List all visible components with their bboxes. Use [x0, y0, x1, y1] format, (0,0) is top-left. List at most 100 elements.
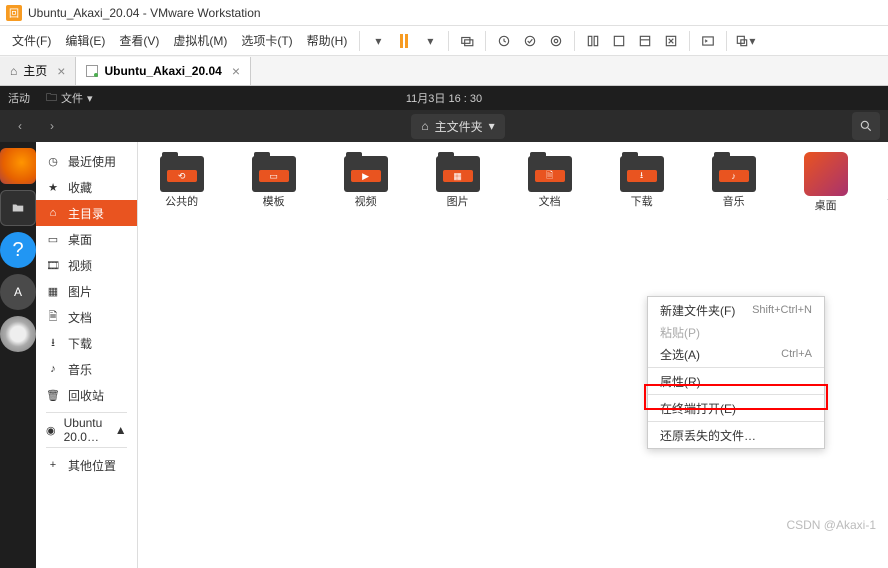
separator: [648, 367, 824, 368]
files-label: 文件: [61, 90, 83, 106]
ctx-new-folder[interactable]: 新建文件夹(F)Shift+Ctrl+N: [648, 299, 824, 321]
menu-vm[interactable]: 虚拟机(M): [167, 28, 233, 53]
layout-3-button[interactable]: [633, 29, 657, 53]
breadcrumb-label: 主文件夹: [435, 118, 483, 135]
tab-vm[interactable]: Ubuntu_Akaxi_20.04 ×: [76, 57, 251, 85]
menu-bar: 文件(F) 编辑(E) 查看(V) 虚拟机(M) 选项卡(T) 帮助(H) ▾ …: [0, 26, 888, 56]
sidebar-music[interactable]: ♪ 音乐: [36, 356, 137, 382]
snapshot-button[interactable]: [455, 29, 479, 53]
chevron-down-icon: ▾: [87, 92, 93, 105]
sidebar-desktop[interactable]: ▭ 桌面: [36, 226, 137, 252]
folder-downloads[interactable]: ⭳下载: [612, 152, 672, 240]
sidebar-item-label: 音乐: [68, 361, 92, 378]
revert-snapshot-button[interactable]: [518, 29, 542, 53]
ubuntu-top-panel: 活动 🗀 文件 ▾ 11月3日 16 : 30: [0, 86, 888, 110]
activities-button[interactable]: 活动: [8, 90, 30, 106]
sidebar-item-label: 最近使用: [68, 153, 116, 170]
dock-dvd[interactable]: [0, 316, 36, 352]
folder-icon: 🗀: [46, 89, 57, 108]
sidebar-starred[interactable]: ★收藏: [36, 174, 137, 200]
sidebar-item-label: 主目录: [68, 205, 104, 222]
folder-music[interactable]: ♪音乐: [704, 152, 764, 240]
separator: [648, 394, 824, 395]
snapshot-manager-button[interactable]: [492, 29, 516, 53]
home-icon: ⌂: [421, 119, 428, 133]
layout-2-button[interactable]: [607, 29, 631, 53]
separator: [574, 31, 575, 51]
dock-software-updater[interactable]: A: [0, 274, 36, 310]
folder-public[interactable]: ⟲公共的: [152, 152, 212, 240]
layout-1-button[interactable]: [581, 29, 605, 53]
files-icon: [11, 201, 25, 215]
sidebar-recent[interactable]: ◷ 最近使用: [36, 148, 137, 174]
separator: [726, 31, 727, 51]
sidebar-item-label: 视频: [68, 257, 92, 274]
disk-icon: ◉: [46, 424, 56, 437]
fullscreen-button[interactable]: [659, 29, 683, 53]
breadcrumb-home[interactable]: ⌂ 主文件夹 ▾: [411, 114, 504, 139]
menu-tabs[interactable]: 选项卡(T): [235, 28, 298, 53]
location-bar: ‹ › ⌂ 主文件夹 ▾: [0, 110, 888, 142]
dock-help[interactable]: ?: [0, 232, 36, 268]
search-button[interactable]: [852, 112, 880, 140]
sidebar-item-label: 桌面: [68, 231, 92, 248]
unity-button[interactable]: ▾: [733, 29, 757, 53]
separator: [485, 31, 486, 51]
watermark: CSDN @Akaxi-1: [786, 518, 876, 532]
sidebar-home[interactable]: ⌂ 主目录: [36, 200, 137, 226]
sidebar-trash[interactable]: 🗑回收站: [36, 382, 137, 408]
pause-button[interactable]: [392, 29, 416, 53]
nav-back-button[interactable]: ‹: [8, 114, 32, 138]
vmware-logo-icon: 回: [6, 5, 22, 21]
menu-view[interactable]: 查看(V): [113, 28, 165, 53]
close-icon[interactable]: ×: [232, 63, 240, 79]
menu-file[interactable]: 文件(F): [6, 28, 57, 53]
tab-home[interactable]: ⌂ 主页 ×: [0, 57, 76, 85]
breadcrumb: ⌂ 主文件夹 ▾: [72, 114, 844, 139]
sidebar-item-label: 文档: [68, 309, 92, 326]
ctx-open-terminal[interactable]: 在终端打开(E): [648, 397, 824, 419]
tab-vm-label: Ubuntu_Akaxi_20.04: [104, 64, 221, 78]
tab-bar: ⌂ 主页 × Ubuntu_Akaxi_20.04 ×: [0, 56, 888, 86]
ubuntu-dock: ? A: [0, 142, 36, 568]
folder-pictures[interactable]: ▦图片: [428, 152, 488, 240]
sidebar-downloads[interactable]: ⭳下载: [36, 330, 137, 356]
trash-icon: 🗑: [46, 389, 60, 402]
stop-button[interactable]: ▾: [418, 29, 442, 53]
download-icon: ⭳: [46, 334, 60, 353]
desktop-icon: ▭: [46, 233, 60, 246]
files-app-indicator[interactable]: 🗀 文件 ▾: [40, 87, 99, 110]
folder-templates[interactable]: ▭模板: [244, 152, 304, 240]
sidebar-pictures[interactable]: ▦图片: [36, 278, 137, 304]
ctx-properties[interactable]: 属性(R): [648, 370, 824, 392]
menu-help[interactable]: 帮助(H): [301, 28, 354, 53]
play-dropdown-button[interactable]: ▾: [366, 29, 390, 53]
ctx-restore-files[interactable]: 还原丢失的文件…: [648, 424, 824, 446]
datetime-indicator[interactable]: 11月3日 16 : 30: [406, 90, 482, 106]
sidebar-item-label: 其他位置: [68, 457, 116, 474]
star-icon: ★: [46, 181, 60, 194]
window-titlebar: 回 Ubuntu_Akaxi_20.04 - VMware Workstatio…: [0, 0, 888, 26]
dock-firefox[interactable]: [0, 148, 36, 184]
sidebar-videos[interactable]: 🎞视频: [36, 252, 137, 278]
take-snapshot-button[interactable]: [544, 29, 568, 53]
sidebar-other[interactable]: + 其他位置: [36, 452, 137, 478]
folder-documents[interactable]: 🗎文档: [520, 152, 580, 240]
console-button[interactable]: [696, 29, 720, 53]
clock-icon: ◷: [46, 155, 60, 168]
folder-desktop[interactable]: 桌面: [796, 152, 856, 240]
music-icon: ♪: [46, 363, 60, 375]
plus-icon: +: [46, 459, 60, 471]
dock-files[interactable]: [0, 190, 36, 226]
eject-icon[interactable]: ▲: [115, 423, 127, 437]
close-icon[interactable]: ×: [57, 63, 65, 79]
ctx-paste: 粘贴(P): [648, 321, 824, 343]
separator: [46, 447, 127, 448]
ctx-select-all[interactable]: 全选(A)Ctrl+A: [648, 343, 824, 365]
nav-forward-button[interactable]: ›: [40, 114, 64, 138]
sidebar-documents[interactable]: 🗎文档: [36, 304, 137, 330]
sidebar-disk[interactable]: ◉Ubuntu 20.0…▲: [36, 417, 137, 443]
menu-edit[interactable]: 编辑(E): [59, 28, 111, 53]
folder-videos[interactable]: ▶视频: [336, 152, 396, 240]
home-icon: ⌂: [46, 207, 60, 219]
